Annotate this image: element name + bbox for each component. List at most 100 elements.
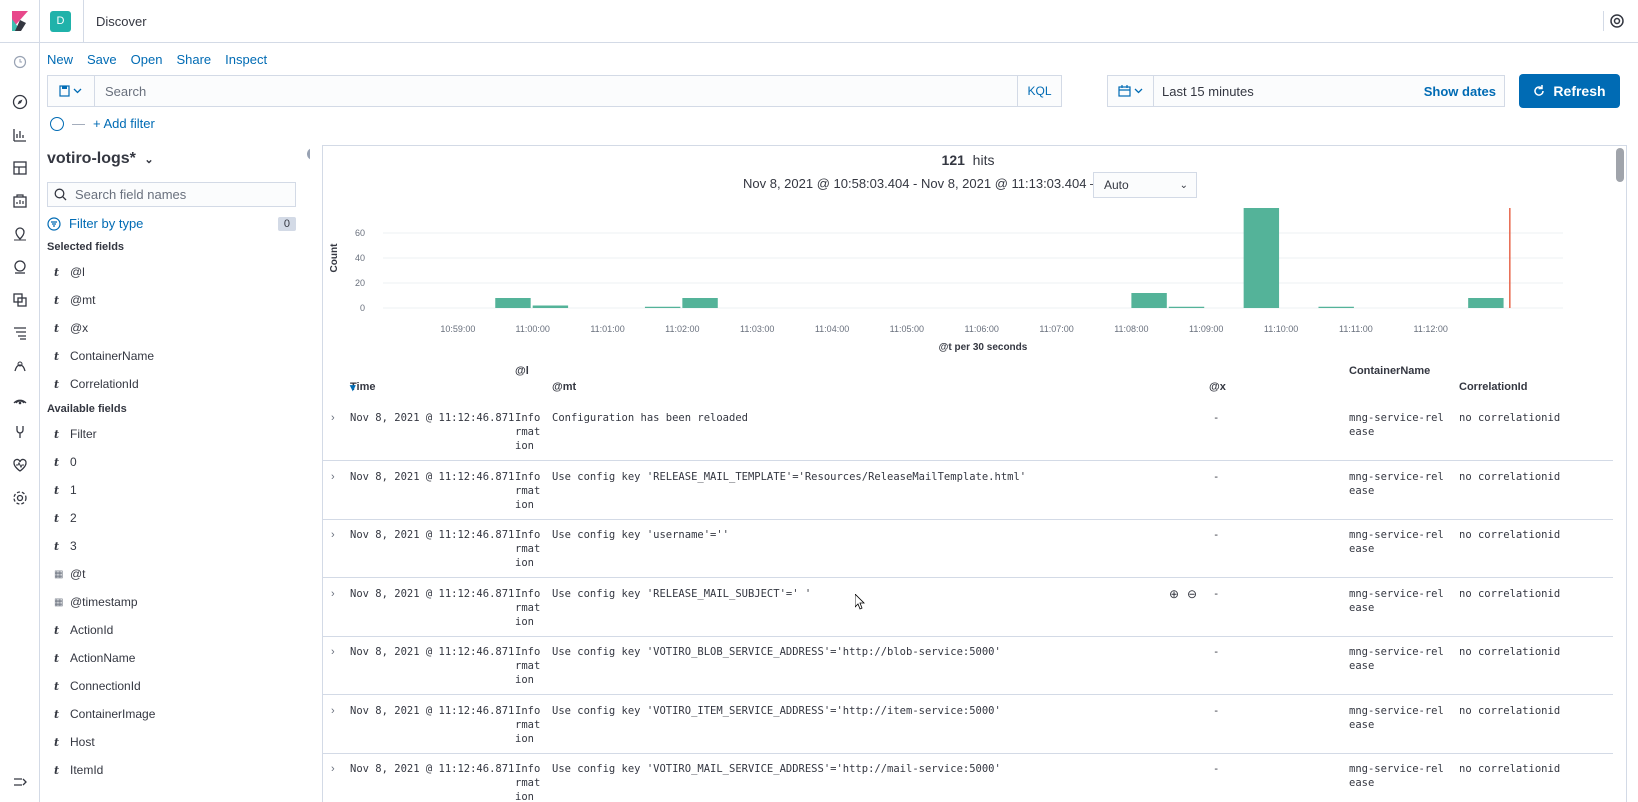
ml-icon[interactable] (11, 258, 29, 276)
histogram-bar (532, 305, 569, 308)
index-pattern-selector[interactable]: votiro-logs* ⌄ (47, 150, 154, 168)
field-item[interactable]: ▦ @t (54, 564, 86, 584)
column-l[interactable]: @l (515, 365, 529, 377)
field-item[interactable]: t @mt (54, 290, 96, 310)
expand-row-icon[interactable]: › (331, 704, 335, 718)
infrastructure-icon[interactable] (11, 291, 29, 309)
kibana-logo[interactable] (0, 0, 40, 43)
expand-row-icon[interactable]: › (331, 411, 335, 425)
hits-counter: 121 hits (323, 152, 1613, 168)
field-search-input[interactable]: Search field names (47, 182, 296, 207)
field-item[interactable]: ▦ @timestamp (54, 592, 138, 612)
cell-correlation-id: no correlationid (1459, 587, 1561, 600)
zoom-in-icon[interactable]: ⊕ (1169, 587, 1179, 601)
field-item[interactable]: t @x (54, 318, 88, 338)
x-axis-label: @t per 30 seconds (939, 342, 1028, 353)
field-item[interactable]: t ConnectionId (54, 676, 141, 696)
column-mt[interactable]: @mt (552, 381, 576, 393)
field-item[interactable]: t0 (54, 452, 77, 472)
string-field-icon: t (54, 377, 60, 391)
field-item[interactable]: t @l (54, 262, 85, 282)
add-filter-button[interactable]: + Add filter (93, 116, 155, 131)
page-title: Discover (83, 0, 147, 43)
kql-toggle[interactable]: KQL (1017, 76, 1061, 106)
table-row[interactable]: › Nov 8, 2021 @ 11:12:46.871 Information Us… (323, 635, 1613, 695)
string-field-icon: t (54, 679, 60, 693)
cell-container-name: mng-service-release (1349, 470, 1444, 497)
field-item[interactable]: t Filter (54, 424, 97, 444)
table-row[interactable]: › Nov 8, 2021 @ 11:12:46.871 Information Co… (323, 401, 1613, 461)
dev-tools-icon[interactable] (11, 423, 29, 441)
x-tick-label: 11:09:00 (1189, 324, 1223, 334)
table-row[interactable]: › Nov 8, 2021 @ 11:12:46.871 Information Us… (323, 577, 1613, 637)
field-item[interactable]: t ActionName (54, 648, 135, 668)
show-dates-button[interactable]: Show dates (1424, 84, 1504, 99)
field-item[interactable]: t ContainerImage (54, 704, 155, 724)
field-item[interactable]: t2 (54, 508, 77, 528)
table-row[interactable]: › Nov 8, 2021 @ 11:12:46.871 Information Us… (323, 518, 1613, 578)
search-input[interactable]: Search (95, 84, 1017, 99)
cell-time: Nov 8, 2021 @ 11:12:46.871 (350, 587, 515, 600)
expand-row-icon[interactable]: › (331, 762, 335, 776)
new-button[interactable]: New (47, 52, 73, 67)
saved-query-button[interactable] (48, 76, 95, 106)
filter-options-icon[interactable] (50, 116, 64, 131)
cell-container-name: mng-service-release (1349, 412, 1444, 438)
histogram-bar (1468, 298, 1504, 308)
share-button[interactable]: Share (176, 52, 211, 67)
inspect-button[interactable]: Inspect (225, 52, 267, 67)
table-row[interactable]: › Nov 8, 2021 @ 11:12:46.871 Information Us… (323, 460, 1613, 520)
save-button[interactable]: Save (87, 52, 117, 67)
expand-row-icon[interactable]: › (331, 528, 335, 542)
refresh-button[interactable]: Refresh (1519, 74, 1620, 108)
x-tick-label: 11:02:00 (665, 324, 699, 334)
field-item[interactable]: t1 (54, 480, 77, 500)
filter-by-type-button[interactable]: Filter by type 0 (47, 216, 296, 231)
field-name: 1 (70, 483, 77, 497)
table-row[interactable]: › Nov 8, 2021 @ 11:12:46.871 Information Us… (323, 694, 1613, 754)
filter-by-type-label: Filter by type (69, 216, 144, 231)
cell-correlation-id: no correlationid (1459, 646, 1561, 658)
monitoring-icon[interactable] (11, 456, 29, 474)
dashboard-icon[interactable] (11, 159, 29, 177)
help-icon[interactable] (1603, 11, 1624, 31)
field-item[interactable]: t ItemId (54, 760, 103, 780)
cell-message: Use config key 'VOTIRO_MAIL_SERVICE_ADDR… (552, 763, 1001, 775)
canvas-icon[interactable] (11, 192, 29, 210)
visualize-icon[interactable] (11, 126, 29, 144)
zoom-out-icon[interactable]: ⊖ (1187, 587, 1197, 601)
expand-row-icon[interactable]: › (331, 470, 335, 484)
column-correlation-id[interactable]: CorrelationId (1459, 381, 1527, 393)
calendar-icon[interactable] (1108, 76, 1154, 106)
column-container-name[interactable]: ContainerName (1349, 365, 1430, 377)
field-item[interactable]: t CorrelationId (54, 374, 139, 394)
time-range-label[interactable]: Last 15 minutes (1154, 84, 1424, 99)
uptime-icon[interactable] (11, 390, 29, 408)
interval-select[interactable]: Auto ⌄ (1093, 172, 1197, 198)
collapse-nav-icon[interactable] (11, 773, 29, 791)
maps-icon[interactable] (11, 225, 29, 243)
cell-exception: - (1213, 646, 1220, 658)
table-row[interactable]: › Nov 8, 2021 @ 11:12:46.871 Information Us… (323, 752, 1613, 802)
gear-icon[interactable] (11, 489, 29, 507)
histogram-bar (1243, 208, 1280, 308)
field-item[interactable]: t ActionId (54, 620, 113, 640)
discover-icon[interactable] (11, 93, 29, 111)
y-tick-label: 60 (355, 228, 365, 238)
space-avatar[interactable]: D (50, 10, 71, 32)
column-x[interactable]: @x (1209, 381, 1226, 393)
field-item[interactable]: t3 (54, 536, 77, 556)
apm-icon[interactable] (11, 357, 29, 375)
scrollbar[interactable] (1616, 148, 1624, 182)
recently-viewed-icon[interactable] (11, 53, 29, 71)
expand-row-icon[interactable]: › (331, 645, 335, 659)
cell-correlation-id: no correlationid (1459, 529, 1561, 541)
logs-icon[interactable] (11, 324, 29, 342)
field-item[interactable]: t Host (54, 732, 95, 752)
expand-row-icon[interactable]: › (331, 587, 335, 601)
collapse-sidebar-icon[interactable]: ◀ (307, 148, 310, 160)
field-item[interactable]: t ContainerName (54, 346, 154, 366)
field-name: 2 (70, 511, 77, 525)
histogram-bar (682, 298, 718, 308)
open-button[interactable]: Open (131, 52, 163, 67)
